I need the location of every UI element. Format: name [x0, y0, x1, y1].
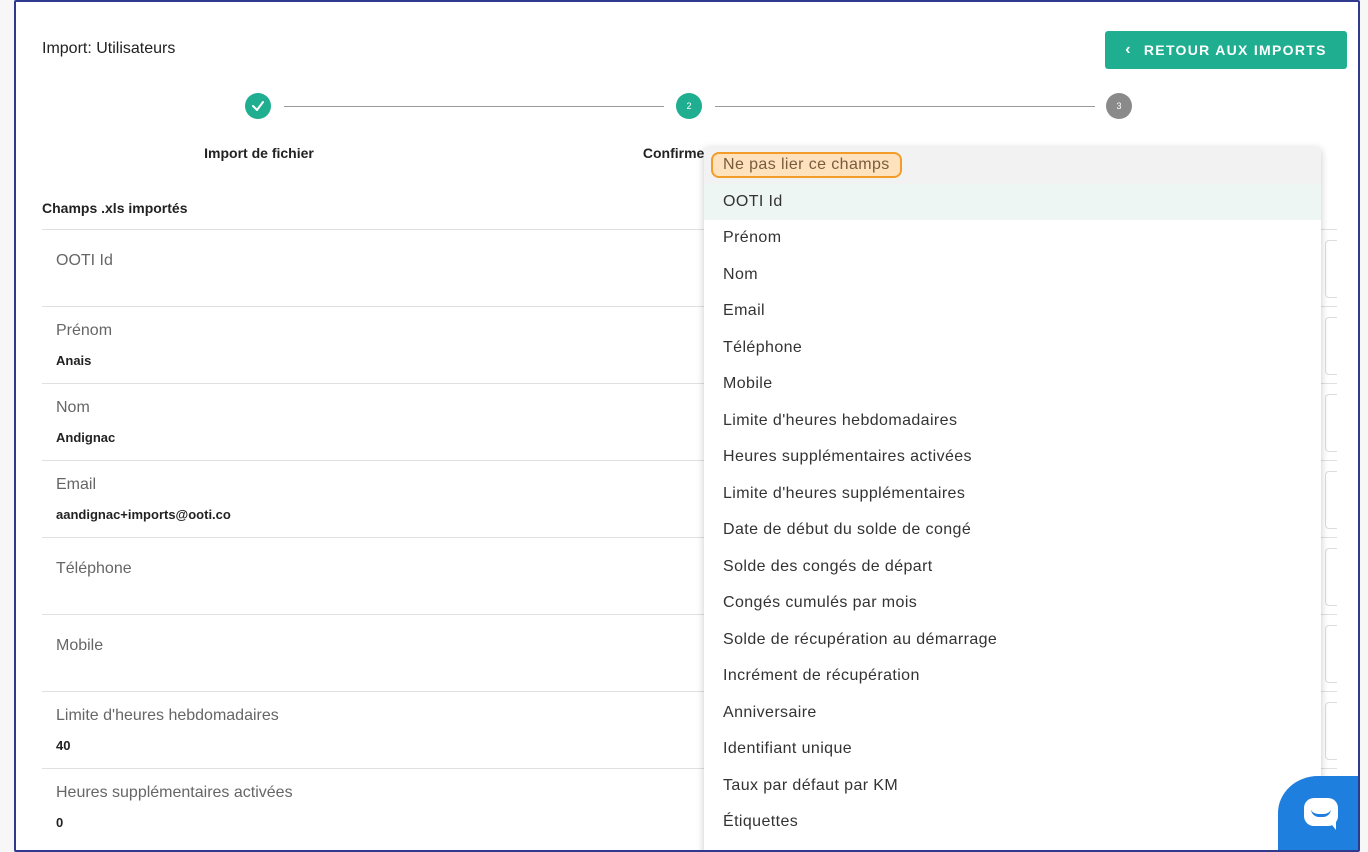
step-connector [715, 106, 1095, 107]
step-1-circle [245, 93, 271, 119]
field-label: Nom [56, 399, 90, 416]
dropdown-option[interactable]: Nom [704, 257, 1321, 294]
dropdown-option[interactable]: Incrément de récupération [704, 658, 1321, 695]
dropdown-option[interactable]: Solde de récupération au démarrage [704, 622, 1321, 659]
dropdown-option[interactable]: Solde des congés de départ [704, 549, 1321, 586]
step-3-number: 3 [1116, 101, 1122, 111]
dropdown-option[interactable]: Anniversaire [704, 695, 1321, 732]
field-select[interactable] [1325, 548, 1337, 606]
field-value: aandignac+imports@ooti.co [56, 507, 231, 522]
dropdown-option[interactable]: Taux par défaut par KM [704, 768, 1321, 805]
imported-fields-header: Champs .xls importés [42, 200, 188, 216]
field-label: Téléphone [56, 560, 132, 577]
field-value: 40 [56, 738, 71, 753]
field-label: Email [56, 476, 97, 493]
dropdown-option[interactable]: Limite d'heures supplémentaires [704, 476, 1321, 513]
chat-button[interactable] [1278, 776, 1358, 850]
field-value: 0 [56, 815, 64, 830]
dropdown-option[interactable]: Heures supplémentaires activées [704, 439, 1321, 476]
field-label: OOTI Id [56, 252, 113, 269]
field-label: Prénom [56, 322, 113, 339]
dropdown-option[interactable]: Ne pas lier ce champs [704, 147, 1321, 184]
dropdown-option[interactable]: Limite d'heures hebdomadaires [704, 403, 1321, 440]
field-value: Anais [56, 353, 92, 368]
dropdown-option[interactable]: Mobile [704, 366, 1321, 403]
dropdown-option[interactable]: OOTI Id [704, 183, 1321, 220]
field-select[interactable] [1325, 625, 1337, 683]
dropdown-option[interactable]: Date de début du solde de congé [704, 512, 1321, 549]
field-value: Andignac [56, 430, 116, 445]
dropdown-option-label: Ne pas lier ce champs [711, 152, 902, 179]
dropdown-option[interactable]: Étiquettes [704, 804, 1321, 841]
field-select[interactable] [1325, 240, 1337, 298]
step-1-label: Import de fichier [204, 145, 314, 161]
field-label: Heures supplémentaires activées [56, 784, 293, 801]
field-mapping-dropdown: Ne pas lier ce champs OOTI Id Prénom Nom… [704, 147, 1321, 850]
chevron-left-icon: ‹ [1125, 41, 1132, 58]
field-label: Limite d'heures hebdomadaires [56, 707, 279, 724]
field-select[interactable] [1325, 702, 1337, 760]
step-connector [284, 106, 664, 107]
dropdown-option[interactable]: Congés cumulés par mois [704, 585, 1321, 622]
step-3-circle: 3 [1106, 93, 1132, 119]
dropdown-option[interactable]: Téléphone [704, 330, 1321, 367]
back-to-imports-button[interactable]: ‹ RETOUR AUX IMPORTS [1105, 31, 1347, 69]
dropdown-option[interactable]: Prénom [704, 220, 1321, 257]
field-select[interactable] [1325, 394, 1337, 452]
step-2-circle: 2 [676, 93, 702, 119]
field-select[interactable] [1325, 317, 1337, 375]
field-label: Mobile [56, 637, 104, 654]
check-icon [252, 101, 264, 111]
page-title: Import: Utilisateurs [42, 40, 176, 57]
field-select[interactable] [1325, 471, 1337, 529]
dropdown-option[interactable]: Email [704, 293, 1321, 330]
import-panel: Import: Utilisateurs ‹ RETOUR AUX IMPORT… [14, 0, 1360, 852]
step-2-number: 2 [686, 101, 692, 111]
back-to-imports-label: RETOUR AUX IMPORTS [1143, 42, 1327, 58]
dropdown-option[interactable]: Identifiant unique [704, 731, 1321, 768]
